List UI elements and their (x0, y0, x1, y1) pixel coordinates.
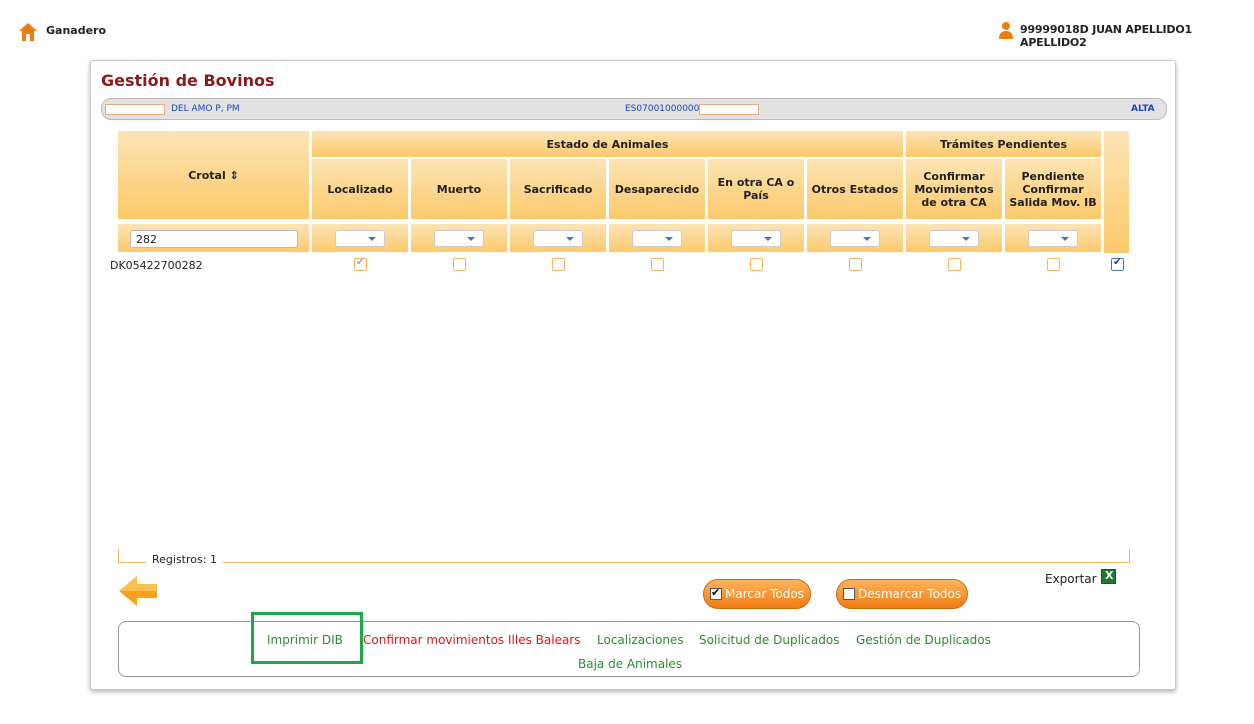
crotal-filter-input[interactable] (130, 230, 298, 248)
filter-select-localizado[interactable] (335, 230, 385, 247)
crotal-header[interactable]: Crotal ⇕ (118, 131, 310, 219)
filter-cell-localizado (312, 224, 409, 252)
row-check-pendiente-salida (1047, 258, 1060, 271)
col-confirmar-mov: Confirmar Movimientos de otra CA (906, 159, 1003, 219)
back-arrow-icon[interactable] (117, 574, 159, 608)
filter-select-confirmar-mov[interactable] (929, 230, 979, 247)
checkbox-checked-icon (710, 586, 722, 600)
holder-id-box (105, 104, 165, 115)
localizaciones-link[interactable]: Localizaciones (597, 633, 684, 647)
filter-cell-desaparecido (609, 224, 706, 252)
registros-count: Registros: 1 (146, 553, 223, 566)
bovinos-grid: Crotal ⇕ Estado de Animales Trámites Pen… (110, 131, 1130, 331)
excel-icon[interactable] (1101, 569, 1116, 584)
estado-group-header: Estado de Animales (312, 131, 904, 157)
filter-cell-sacrificado (510, 224, 607, 252)
user-icon (999, 22, 1013, 39)
chevron-down-icon (764, 237, 772, 241)
gestion-duplicados-link[interactable]: Gestión de Duplicados (856, 633, 991, 647)
baja-animales-link[interactable]: Baja de Animales (578, 657, 682, 671)
app-title: Ganadero (46, 24, 107, 37)
holder-name: DEL AMO P, PM (171, 104, 240, 114)
filter-cell-pendiente-salida (1005, 224, 1102, 252)
filter-select-sacrificado[interactable] (533, 230, 583, 247)
row-check-muerto (453, 258, 466, 271)
marcar-todos-button[interactable]: Marcar Todos (703, 579, 811, 609)
top-bar: Ganadero 99999018D JUAN APELLIDO1 APELLI… (0, 0, 1254, 60)
crotal-filter-cell (118, 224, 310, 252)
col-otros-estados: Otros Estados (807, 159, 904, 219)
row-crotal: DK05422700282 (110, 259, 203, 272)
export-label[interactable]: Exportar (1045, 572, 1097, 586)
user-name: 99999018D JUAN APELLIDO1 APELLIDO2 (1020, 23, 1192, 49)
chevron-down-icon (665, 237, 673, 241)
marcar-todos-label: Marcar Todos (725, 587, 804, 601)
farm-code: ES070010000006 (625, 104, 706, 114)
row-check-confirmar-mov (948, 258, 961, 271)
imprimir-dib-highlight (251, 612, 363, 664)
bovinos-panel: Gestión de Bovinos DEL AMO P, PM ES07001… (90, 60, 1176, 690)
filter-select-otra-ca[interactable] (731, 230, 781, 247)
chevron-down-icon (566, 237, 574, 241)
row-check-sacrificado (552, 258, 565, 271)
status-badge: ALTA (1131, 104, 1155, 114)
row-check-desaparecido (651, 258, 664, 271)
desmarcar-todos-label: Desmarcar Todos (858, 587, 962, 601)
col-localizado: Localizado (312, 159, 409, 219)
confirmar-movimientos-link[interactable]: Confirmar movimientos Illes Balears (363, 633, 581, 647)
chevron-down-icon (467, 237, 475, 241)
filter-select-pendiente-salida[interactable] (1028, 230, 1078, 247)
filter-select-otros-estados[interactable] (830, 230, 880, 247)
filter-cell-confirmar-mov (906, 224, 1003, 252)
row-check-otros-estados (849, 258, 862, 271)
filter-cell-otros-estados (807, 224, 904, 252)
col-muerto: Muerto (411, 159, 508, 219)
filter-cell-muerto (411, 224, 508, 252)
desmarcar-todos-button[interactable]: Desmarcar Todos (836, 579, 969, 609)
col-otra-ca: En otra CA o País (708, 159, 805, 219)
row-select-checkbox[interactable] (1111, 257, 1124, 271)
row-check-localizado (354, 257, 367, 271)
chevron-down-icon (962, 237, 970, 241)
checkbox-empty-icon (843, 588, 855, 600)
solicitud-duplicados-link[interactable]: Solicitud de Duplicados (699, 633, 839, 647)
row-check-otra-ca (750, 258, 763, 271)
chevron-down-icon (368, 237, 376, 241)
chevron-down-icon (1061, 237, 1069, 241)
home-icon[interactable] (18, 22, 38, 42)
page-title: Gestión de Bovinos (101, 71, 275, 90)
crotal-header-label: Crotal ⇕ (188, 168, 239, 182)
registros-frame (118, 549, 1130, 563)
holder-info-bar: DEL AMO P, PM ES070010000006 ALTA (101, 98, 1167, 120)
filter-select-desaparecido[interactable] (632, 230, 682, 247)
col-desaparecido: Desaparecido (609, 159, 706, 219)
filter-cell-otra-ca (708, 224, 805, 252)
col-select (1104, 131, 1130, 253)
farm-extra-box (699, 104, 759, 115)
col-pendiente-salida: Pendiente Confirmar Salida Mov. IB (1005, 159, 1102, 219)
col-sacrificado: Sacrificado (510, 159, 607, 219)
chevron-down-icon (863, 237, 871, 241)
tramites-group-header: Trámites Pendientes (906, 131, 1102, 157)
filter-select-muerto[interactable] (434, 230, 484, 247)
